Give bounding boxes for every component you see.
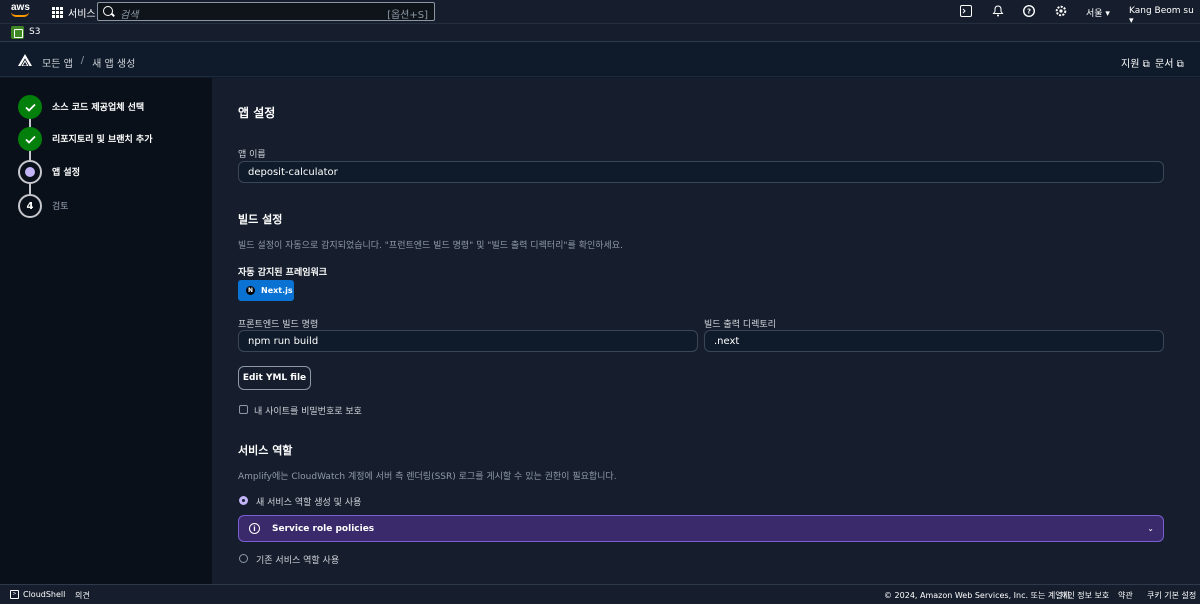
chevron-down-icon: ⌄	[1147, 524, 1154, 533]
help-icon[interactable]: ?	[1022, 4, 1036, 19]
nextjs-icon: N	[246, 286, 255, 295]
step-label: 검토	[52, 202, 69, 212]
password-protect-label: 내 사이트를 비밀번호로 보호	[254, 407, 362, 417]
step-label: 앱 설정	[52, 168, 80, 178]
app-name-label: 앱 이름	[238, 150, 266, 160]
support-link-label: 지원	[1121, 59, 1140, 70]
framework-label: 자동 감지된 프레임워크	[238, 268, 328, 278]
region-selector[interactable]: 서울 ▾	[1086, 6, 1110, 19]
gear-icon[interactable]	[1054, 5, 1068, 19]
service-role-title: 서비스 역할	[238, 444, 293, 457]
step-1[interactable]: 소스 코드 제공업체 선택	[18, 95, 144, 119]
step-label: 소스 코드 제공업체 선택	[52, 103, 145, 113]
copyright-text: © 2024, Amazon Web Services, Inc. 또는 계열사…	[884, 591, 1073, 600]
build-command-input[interactable]: npm run build	[238, 330, 698, 352]
framework-value: Next.js	[261, 286, 293, 295]
favorites-bar: S3	[0, 24, 1200, 42]
external-link-icon: ⧉	[1142, 59, 1150, 70]
privacy-link[interactable]: 개인 정보 보호	[1060, 590, 1109, 601]
current-step-icon	[18, 160, 42, 184]
docs-link-label: 문서	[1155, 59, 1174, 70]
new-role-label: 새 서비스 역할 생성 및 사용	[256, 498, 362, 508]
edit-yml-button[interactable]: Edit YML file	[238, 366, 311, 390]
svg-text:?: ?	[1027, 8, 1031, 16]
service-role-description: Amplify에는 CloudWatch 계정에 서버 측 렌더링(SSR) 로…	[238, 472, 617, 482]
search-icon	[103, 6, 113, 16]
main-content: 앱 설정 앱 이름 deposit-calculator 빌드 설정 빌드 설정…	[212, 78, 1200, 584]
existing-role-label: 기존 서비스 역할 사용	[256, 556, 340, 566]
amplify-header: 모든 앱 / 새 앱 생성 지원 ⧉ 문서 ⧉	[0, 43, 1200, 77]
services-menu-button[interactable]: 서비스	[52, 5, 96, 20]
top-navigation: aws 서비스 검색 [옵션+S] ? 서울 ▾ Kang Beom su ▾	[0, 0, 1200, 26]
grid-icon	[52, 7, 63, 18]
external-link-icon: ⧉	[1176, 59, 1184, 70]
search-shortcut: [옵션+S]	[387, 10, 428, 21]
breadcrumb-separator: /	[80, 55, 85, 66]
new-role-radio[interactable]	[239, 496, 248, 505]
build-settings-title: 빌드 설정	[238, 213, 283, 226]
service-role-policies-expander[interactable]: i Service role policies ⌄	[238, 515, 1164, 542]
app-name-input[interactable]: deposit-calculator	[238, 161, 1164, 183]
services-label: 서비스	[68, 9, 96, 20]
step-number: 4	[18, 194, 42, 218]
bell-icon[interactable]	[991, 5, 1005, 19]
policy-label: Service role policies	[272, 524, 375, 534]
step-4: 4 검토	[18, 194, 69, 218]
step-2[interactable]: 리포지토리 및 브랜치 추가	[18, 127, 152, 151]
support-link[interactable]: 지원 ⧉	[1121, 55, 1150, 70]
breadcrumb: 모든 앱 / 새 앱 생성	[42, 55, 135, 70]
docs-link[interactable]: 문서 ⧉	[1155, 55, 1184, 70]
existing-role-radio[interactable]	[239, 554, 248, 563]
step-label: 리포지토리 및 브랜치 추가	[52, 135, 153, 145]
step-3: 앱 설정	[18, 160, 80, 184]
aws-logo-text: aws	[11, 2, 30, 13]
check-icon	[18, 127, 42, 151]
breadcrumb-all-apps[interactable]: 모든 앱	[42, 55, 73, 70]
feedback-link[interactable]: 의견	[75, 590, 90, 601]
check-icon	[18, 95, 42, 119]
footer: > CloudShell 의견 © 2024, Amazon Web Servi…	[0, 584, 1200, 604]
breadcrumb-current: 새 앱 생성	[92, 59, 136, 70]
terms-link[interactable]: 약관	[1118, 590, 1133, 601]
search-input[interactable]: 검색 [옵션+S]	[97, 2, 435, 21]
cloudshell-link[interactable]: CloudShell	[23, 590, 65, 599]
framework-badge: N Next.js	[238, 280, 294, 301]
cloudshell-icon[interactable]	[959, 5, 973, 19]
s3-favorite-link[interactable]: S3	[29, 27, 40, 37]
info-icon: i	[249, 523, 260, 534]
amplify-logo-icon[interactable]	[18, 54, 32, 66]
s3-icon[interactable]	[11, 26, 24, 39]
cloudshell-icon[interactable]: >	[10, 590, 19, 599]
cookies-link[interactable]: 쿠키 기본 설정	[1147, 590, 1196, 601]
password-protect-checkbox[interactable]	[239, 405, 248, 414]
output-dir-label: 빌드 출력 디렉토리	[704, 320, 776, 330]
build-settings-description: 빌드 설정이 자동으로 감지되었습니다. "프런트엔드 빌드 명령" 및 "빌드…	[238, 241, 623, 251]
step-connector	[29, 184, 31, 194]
user-menu[interactable]: Kang Beom su ▾	[1129, 6, 1200, 26]
search-placeholder: 검색	[120, 10, 139, 21]
build-command-label: 프론트엔드 빌드 명령	[238, 320, 319, 330]
aws-logo[interactable]: aws	[11, 3, 33, 21]
output-dir-input[interactable]: .next	[704, 330, 1164, 352]
wizard-steps: 소스 코드 제공업체 선택 리포지토리 및 브랜치 추가 앱 설정 4 검토	[0, 78, 212, 584]
page-title: 앱 설정	[238, 106, 276, 120]
